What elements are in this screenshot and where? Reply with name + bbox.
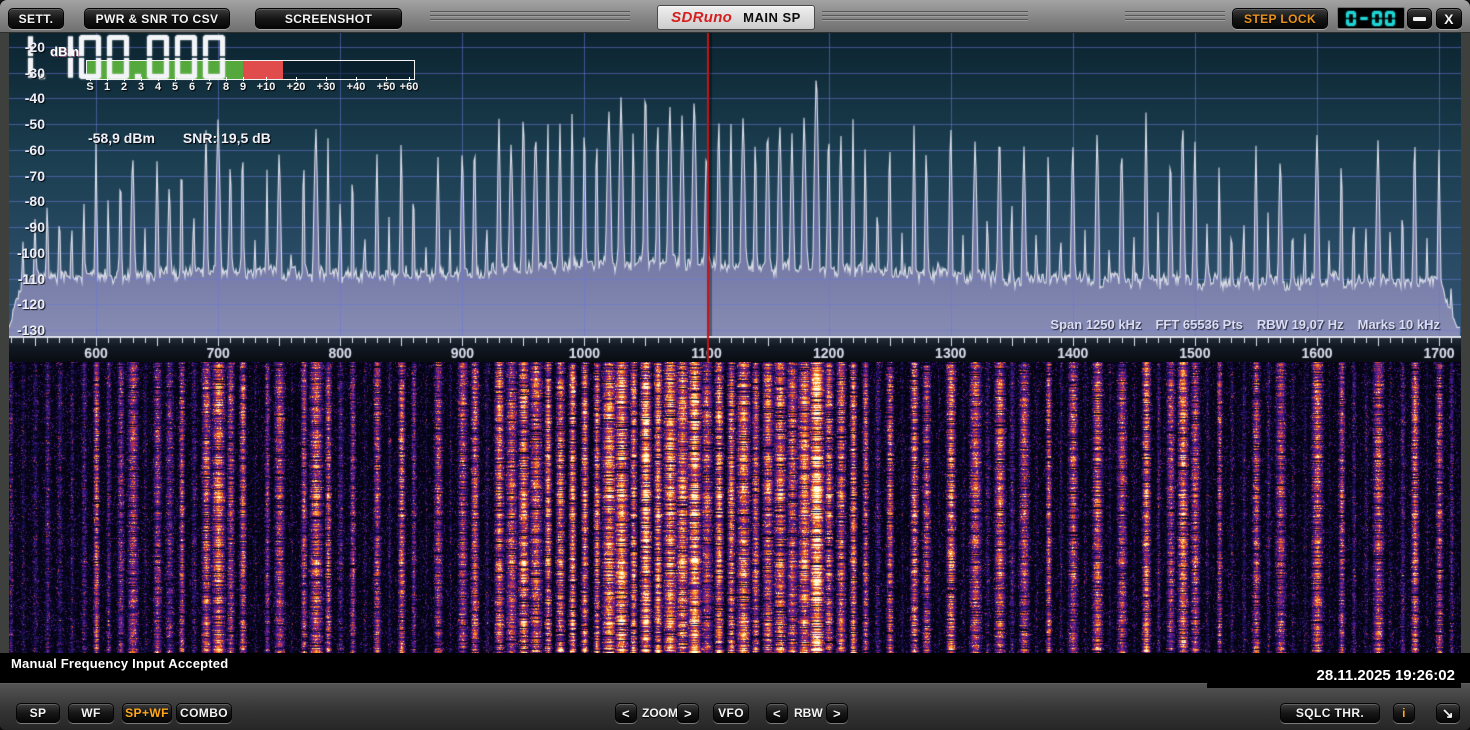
- content-area: dBm S123456789+10+20+30+40+50+60 -58,9 d…: [0, 33, 1470, 683]
- s-meter-tick-label: +20: [286, 81, 306, 93]
- close-icon: X: [1444, 10, 1454, 27]
- frequency-scale[interactable]: [9, 336, 1461, 362]
- minimize-icon: [1413, 16, 1426, 21]
- titlebar-grip-left: [430, 11, 630, 22]
- s-meter-red-bar: [243, 61, 283, 79]
- s-meter-tick-label: 7: [205, 81, 213, 93]
- resize-icon: ↘: [1441, 704, 1455, 721]
- dbm-tick-label: -50: [24, 116, 45, 133]
- step-size-display: [1337, 7, 1405, 29]
- s-meter-tick-label: 5: [171, 81, 179, 93]
- combo-view-button[interactable]: COMBO: [176, 703, 232, 723]
- screenshot-button[interactable]: SCREENSHOT: [255, 8, 402, 29]
- titlebar[interactable]: SETT. PWR & SNR TO CSV SCREENSHOT SDRuno…: [0, 0, 1470, 33]
- s-meter-tick-label: S: [86, 81, 94, 93]
- dbm-tick-label: -30: [24, 64, 45, 81]
- s-meter-tick-label: +10: [256, 81, 276, 93]
- s-meter-tick-label: 9: [239, 81, 247, 93]
- bottom-toolbar: SP WF SP+WF COMBO < ZOOM > VFO < RBW > S…: [0, 683, 1470, 730]
- titlebar-grip-far-right: [1125, 11, 1225, 22]
- dbm-tick-label: -70: [24, 167, 45, 184]
- frequency-scale-canvas[interactable]: [9, 336, 1461, 362]
- s-meter-tick-label: +40: [346, 81, 366, 93]
- dbm-tick-label: -40: [24, 90, 45, 107]
- step-display-digits: [1344, 9, 1398, 27]
- rbw-info: RBW 19,07 Hz: [1256, 317, 1344, 332]
- sp-view-button[interactable]: SP: [16, 703, 60, 723]
- dbm-tick-label: -60: [24, 141, 45, 158]
- spectrum-info: Span 1250 kHz FFT 65536 Pts RBW 19,07 Hz…: [1050, 317, 1440, 332]
- s-meter-tick-label: +50: [376, 81, 396, 93]
- waterfall-panel[interactable]: [9, 362, 1461, 653]
- spectrum-panel[interactable]: dBm S123456789+10+20+30+40+50+60 -58,9 d…: [9, 33, 1461, 336]
- rbw-label: RBW: [794, 706, 823, 720]
- zoom-in-button[interactable]: >: [677, 703, 699, 723]
- dbm-tick-label: -90: [24, 219, 45, 236]
- status-message: Manual Frequency Input Accepted: [11, 656, 229, 671]
- s-meter-tick-label: 3: [137, 81, 145, 93]
- dbm-tick-label: -110: [17, 270, 45, 287]
- s-meter-tick-label: 8: [222, 81, 230, 93]
- squelch-threshold-button[interactable]: SQLC THR.: [1280, 703, 1380, 723]
- s-meter-tick-label: 4: [154, 81, 162, 93]
- app-brand: SDRuno: [671, 9, 733, 26]
- dbm-tick-label: -130: [16, 321, 45, 336]
- datetime-text: 28.11.2025 19:26:02: [1316, 667, 1455, 684]
- titlebar-grip-right: [822, 11, 1028, 22]
- snr-readout: SNR: 19,5 dB: [182, 130, 271, 146]
- rbw-decrease-button[interactable]: <: [766, 703, 788, 723]
- dbm-tick-label: -20: [24, 39, 45, 55]
- dbm-tick-label: -100: [16, 244, 45, 261]
- s-meter-tick-label: +30: [316, 81, 336, 93]
- wf-view-button[interactable]: WF: [68, 703, 114, 723]
- marks-info: Marks 10 kHz: [1357, 317, 1440, 332]
- s-meter-tick-label: 2: [120, 81, 128, 93]
- datetime-display: 28.11.2025 19:26:02: [1207, 664, 1461, 688]
- sp-wf-view-button[interactable]: SP+WF: [122, 703, 172, 723]
- step-lock-button[interactable]: STEP LOCK: [1232, 8, 1328, 29]
- close-button[interactable]: X: [1436, 8, 1462, 29]
- main-sp-window: SETT. PWR & SNR TO CSV SCREENSHOT SDRuno…: [0, 0, 1470, 730]
- s-meter-tick-label: 6: [188, 81, 196, 93]
- settings-button[interactable]: SETT.: [8, 8, 64, 29]
- s-meter-scale: S 1 2 3 4 5 6 7 8 9 +10 +20 +30 +40 +50 +60: [86, 77, 423, 95]
- power-readout: -58,9 dBm: [88, 130, 155, 146]
- vfo-button[interactable]: VFO: [713, 703, 749, 723]
- info-button[interactable]: i: [1393, 703, 1415, 723]
- pwr-snr-csv-button[interactable]: PWR & SNR TO CSV: [84, 8, 230, 29]
- dbm-tick-label: -80: [24, 193, 45, 210]
- waterfall-canvas[interactable]: [9, 362, 1461, 653]
- dbm-tick-label: -120: [16, 296, 45, 313]
- s-meter-tick-label: +60: [399, 81, 419, 93]
- span-info: Span 1250 kHz: [1050, 317, 1142, 332]
- s-meter-tick-label: 1: [103, 81, 111, 93]
- minimize-button[interactable]: [1407, 8, 1432, 29]
- window-title: SDRuno MAIN SP: [657, 5, 815, 30]
- resize-button[interactable]: ↘: [1436, 703, 1460, 723]
- zoom-out-button[interactable]: <: [615, 703, 637, 723]
- zoom-label: ZOOM: [642, 706, 678, 720]
- fft-info: FFT 65536 Pts: [1155, 317, 1243, 332]
- signal-readout: -58,9 dBm SNR: 19,5 dB: [88, 130, 271, 146]
- panel-title: MAIN SP: [743, 10, 801, 25]
- rbw-increase-button[interactable]: >: [826, 703, 848, 723]
